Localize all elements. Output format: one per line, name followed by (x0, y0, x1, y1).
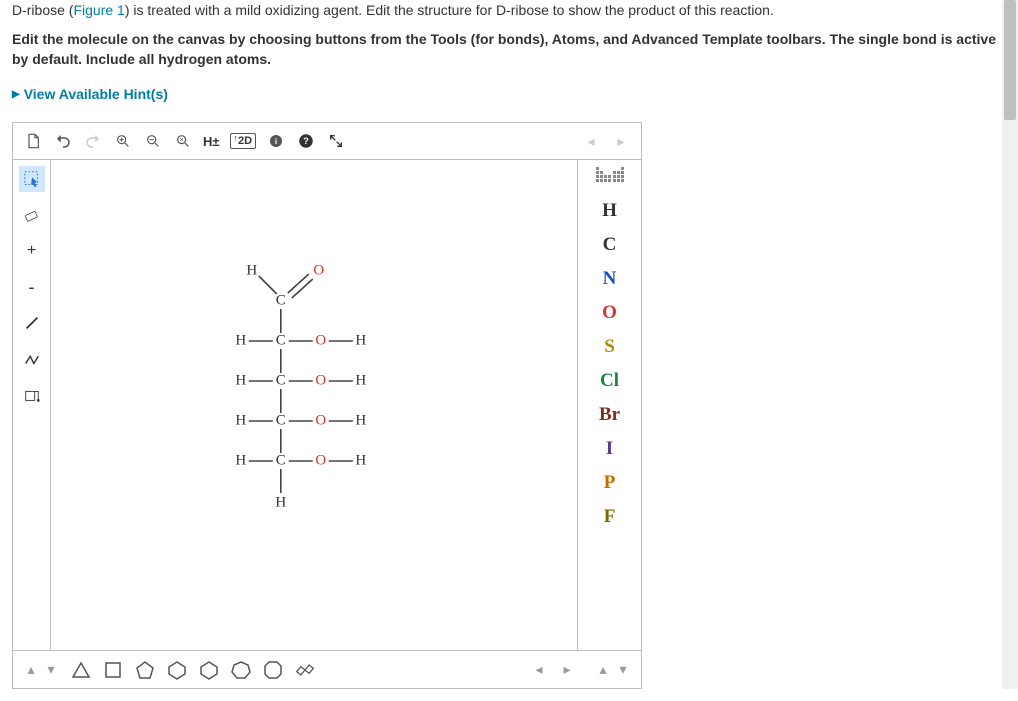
atom-H: H (235, 453, 246, 469)
view-hints-button[interactable]: ▶ View Available Hint(s) (12, 86, 168, 102)
charge-plus-tool[interactable]: + (19, 238, 45, 264)
atom-I-button[interactable]: I (590, 432, 630, 466)
scrollbar-thumb[interactable] (1004, 0, 1016, 120)
atom-S-button[interactable]: S (590, 330, 630, 364)
atom-F-button[interactable]: F (590, 500, 630, 534)
atom-O: O (315, 453, 326, 469)
question-intro: D-ribose (Figure 1) is treated with a mi… (12, 0, 1006, 21)
atom-C: C (276, 333, 286, 349)
atom-H: H (355, 413, 366, 429)
atom-C: C (276, 453, 286, 469)
nav-right-icon[interactable]: ▸ (611, 131, 631, 151)
drawing-canvas[interactable]: H C O H C O H (51, 160, 577, 650)
template-octagon[interactable] (263, 660, 283, 680)
atom-O: O (313, 263, 324, 279)
single-bond-tool[interactable] (19, 310, 45, 336)
eraser-tool[interactable] (19, 202, 45, 228)
atom-C: C (276, 293, 286, 309)
atoms-panel: H C N O S Cl Br I P F (577, 160, 641, 650)
zoom-out-icon[interactable] (143, 131, 163, 151)
molecule-editor: ✕ H± ↑2D i ? ◂ ▸ (12, 122, 642, 689)
svg-text:i: i (275, 137, 277, 146)
template-pentagon[interactable] (135, 660, 155, 680)
top-toolbar: ✕ H± ↑2D i ? ◂ ▸ (13, 123, 641, 160)
hints-label: View Available Hint(s) (24, 86, 168, 102)
atom-H: H (355, 333, 366, 349)
template-scroll-up-icon[interactable]: ▴ (23, 662, 39, 678)
atom-H: H (355, 373, 366, 389)
template-square[interactable] (103, 660, 123, 680)
left-tools-panel: + - (13, 160, 51, 650)
atom-O-button[interactable]: O (590, 296, 630, 330)
atom-C: C (276, 413, 286, 429)
atom-H: H (355, 453, 366, 469)
template-toolbar: ▴ ▾ ◂ ▸ ▴ ▾ (13, 650, 641, 688)
zoom-in-icon[interactable] (113, 131, 133, 151)
template-nav-left-icon[interactable]: ◂ (531, 662, 547, 678)
atom-O: O (315, 333, 326, 349)
help-icon[interactable]: ? (296, 131, 316, 151)
marquee-select-tool[interactable] (19, 166, 45, 192)
page-scrollbar[interactable] (1002, 0, 1018, 689)
template-hexagon[interactable] (167, 660, 187, 680)
nav-left-icon[interactable]: ◂ (581, 131, 601, 151)
chain-tool[interactable] (19, 382, 45, 408)
template-cyclohexane-chair[interactable] (295, 660, 315, 680)
atom-Br-button[interactable]: Br (590, 398, 630, 432)
atom-P-button[interactable]: P (590, 466, 630, 500)
info-icon[interactable]: i (266, 131, 286, 151)
instructions-text: Edit the molecule on the canvas by choos… (12, 29, 1006, 70)
molecule-d-ribose: H C O H C O H (169, 249, 389, 549)
atom-H: H (246, 263, 257, 279)
atom-C-button[interactable]: C (590, 228, 630, 262)
hydrogen-toggle-button[interactable]: H± (203, 131, 220, 151)
two-d-toggle-button[interactable]: ↑2D (230, 133, 257, 149)
template-heptagon[interactable] (231, 660, 251, 680)
charge-minus-tool[interactable]: - (19, 274, 45, 300)
template-nav-right-icon[interactable]: ▸ (559, 662, 575, 678)
template-scroll-down-icon[interactable]: ▾ (43, 662, 59, 678)
template-scroll-up2-icon[interactable]: ▴ (595, 662, 611, 678)
zoom-fit-icon[interactable]: ✕ (173, 131, 193, 151)
svg-text:?: ? (303, 136, 309, 146)
periodic-table-icon[interactable] (595, 166, 625, 184)
new-document-icon[interactable] (23, 131, 43, 151)
atom-N-button[interactable]: N (590, 262, 630, 296)
atom-H-button[interactable]: H (590, 194, 630, 228)
atom-H: H (275, 495, 286, 511)
undo-icon[interactable] (53, 131, 73, 151)
atom-Cl-button[interactable]: Cl (590, 364, 630, 398)
fullscreen-icon[interactable] (326, 131, 346, 151)
svg-text:✕: ✕ (179, 138, 183, 144)
expand-icon: ▶ (12, 89, 20, 100)
atom-H: H (235, 373, 246, 389)
atom-H: H (235, 413, 246, 429)
atom-O: O (315, 413, 326, 429)
template-scroll-down2-icon[interactable]: ▾ (615, 662, 631, 678)
intro-before: D-ribose ( (12, 2, 73, 18)
atom-O: O (315, 373, 326, 389)
redo-icon[interactable] (83, 131, 103, 151)
template-hexagon-alt[interactable] (199, 660, 219, 680)
intro-after: ) is treated with a mild oxidizing agent… (125, 2, 774, 18)
atom-C: C (276, 373, 286, 389)
double-triple-bond-tool[interactable] (19, 346, 45, 372)
figure-link[interactable]: Figure 1 (73, 2, 124, 18)
atom-H: H (235, 333, 246, 349)
template-triangle[interactable] (71, 660, 91, 680)
